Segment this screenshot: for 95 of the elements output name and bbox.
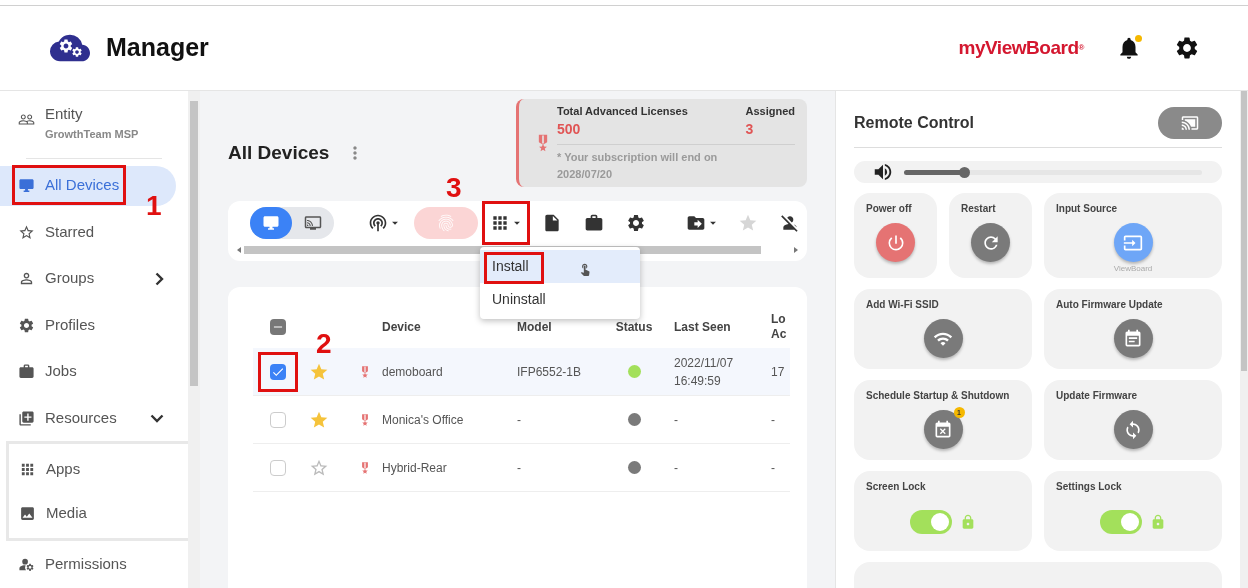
panel-title: Remote Control	[854, 113, 974, 133]
view-toggle-option[interactable]	[250, 207, 292, 239]
entity-label: Entity	[45, 104, 84, 124]
document-icon	[542, 213, 562, 233]
lock-icon	[1150, 514, 1166, 530]
action-button[interactable]	[923, 319, 963, 358]
star-icon	[738, 213, 758, 233]
hand-pointer-icon	[578, 262, 592, 276]
screen-icon	[1181, 114, 1199, 132]
table-cell-text: -	[516, 459, 522, 477]
monitor-icon	[18, 177, 35, 195]
device-name: demoboard	[382, 363, 443, 381]
fingerprint-icon	[436, 213, 456, 233]
sidebar-item[interactable]: Apps	[9, 447, 188, 492]
scroll-left-icon[interactable]	[237, 247, 241, 253]
volume-icon	[872, 161, 894, 183]
tile-label: Input Source	[1056, 202, 1119, 216]
column-header: Lo Ac	[770, 312, 788, 342]
calendar-icon	[1123, 328, 1143, 349]
sidebar-item[interactable]: Jobs	[0, 351, 176, 392]
sidebar-item[interactable]: Resources	[0, 398, 176, 439]
action-button[interactable]	[971, 223, 1010, 262]
tile-label: Add Wi-Fi SSID	[866, 298, 940, 312]
action-button[interactable]	[1113, 410, 1153, 449]
toggle-switch[interactable]	[1100, 510, 1142, 534]
grid-icon	[490, 213, 510, 233]
settings-icon[interactable]	[1174, 35, 1200, 61]
sync-icon	[1123, 419, 1143, 440]
sidebar-item[interactable]: Media	[9, 491, 188, 536]
brand-logo: myViewBoard$^{®}$	[958, 35, 1084, 60]
menu-item[interactable]: Uninstall	[480, 283, 640, 316]
folder-arrow-icon	[686, 213, 706, 233]
monitor-person-icon	[304, 214, 322, 232]
device-name: Hybrid-Rear	[382, 459, 447, 477]
table-cell-text: -	[516, 411, 522, 429]
row-checkbox[interactable]	[270, 363, 286, 380]
page-title: All Devices	[228, 141, 330, 165]
table-cell-text: -	[770, 411, 776, 429]
tile-label: Auto Firmware Update	[1056, 298, 1164, 312]
license-title: Total Advanced Licenses	[557, 103, 688, 119]
sidebar-item[interactable]: Profiles	[0, 305, 176, 346]
volume-track[interactable]	[904, 169, 1202, 175]
antenna-icon	[368, 213, 388, 233]
table-cell-text: -	[770, 459, 776, 477]
table-cell-text: -	[673, 411, 679, 429]
table-cell-text: 2022/11/07 16:49:59	[673, 354, 735, 390]
volume-thumb[interactable]	[958, 166, 970, 178]
scrollbar[interactable]	[1240, 91, 1248, 588]
license-total: 500	[557, 120, 582, 140]
tile-label: Screen Lock	[866, 480, 927, 494]
entity-name: GrowthTeam MSP	[45, 126, 139, 142]
table-cell-text: IFP6552-1B	[516, 363, 583, 381]
tile-label: Update Firmware	[1056, 389, 1139, 403]
toggle-switch[interactable]	[910, 510, 952, 534]
star-icon	[18, 223, 35, 241]
column-header: Status	[614, 319, 654, 336]
app-title: Manager	[106, 32, 209, 64]
step-number: 3	[446, 174, 462, 202]
stacked-plus-icon	[18, 409, 35, 427]
sidebar-item[interactable]: Permissions	[0, 544, 176, 585]
calendar-icon	[933, 419, 953, 440]
scroll-right-icon[interactable]	[794, 247, 798, 253]
briefcase-icon	[584, 213, 604, 233]
table-cell-text: -	[673, 459, 679, 477]
image-icon	[19, 505, 36, 522]
device-name: Monica's Office	[382, 411, 464, 429]
column-header: Device	[381, 319, 422, 336]
row-checkbox[interactable]	[270, 459, 286, 476]
grid-icon	[19, 461, 36, 478]
column-header: Model	[516, 319, 553, 336]
row-checkbox[interactable]	[270, 411, 286, 428]
sidebar-item[interactable]: Groups	[0, 258, 176, 299]
lock-icon	[960, 514, 976, 530]
subscription-note: * Your subscription will end on 2028/07/20	[557, 150, 719, 183]
user-gear-icon	[18, 556, 35, 574]
monitor-icon	[262, 214, 280, 232]
select-all-checkbox[interactable]	[270, 319, 286, 335]
tile-label: Settings Lock	[1056, 480, 1123, 494]
source-caption: ViewBoard	[1113, 263, 1153, 275]
assigned-count: 3	[745, 120, 755, 140]
action-button[interactable]	[1113, 319, 1153, 358]
cast-button[interactable]	[1158, 107, 1222, 139]
table-cell-text: 17	[770, 363, 786, 381]
scrollbar[interactable]	[188, 91, 200, 588]
action-button[interactable]	[1113, 223, 1153, 262]
column-header: Last Seen	[673, 319, 732, 336]
tile-label: Schedule Startup & Shutdown	[866, 389, 1011, 403]
action-button[interactable]	[876, 223, 915, 262]
briefcase-icon	[18, 363, 35, 381]
tile-label: Restart	[961, 202, 997, 216]
tile-label: Power off	[866, 202, 913, 216]
gear-icon	[18, 316, 35, 334]
settings-icon	[626, 213, 646, 233]
person-off-icon	[780, 213, 800, 233]
assigned-label: Assigned	[745, 103, 795, 119]
